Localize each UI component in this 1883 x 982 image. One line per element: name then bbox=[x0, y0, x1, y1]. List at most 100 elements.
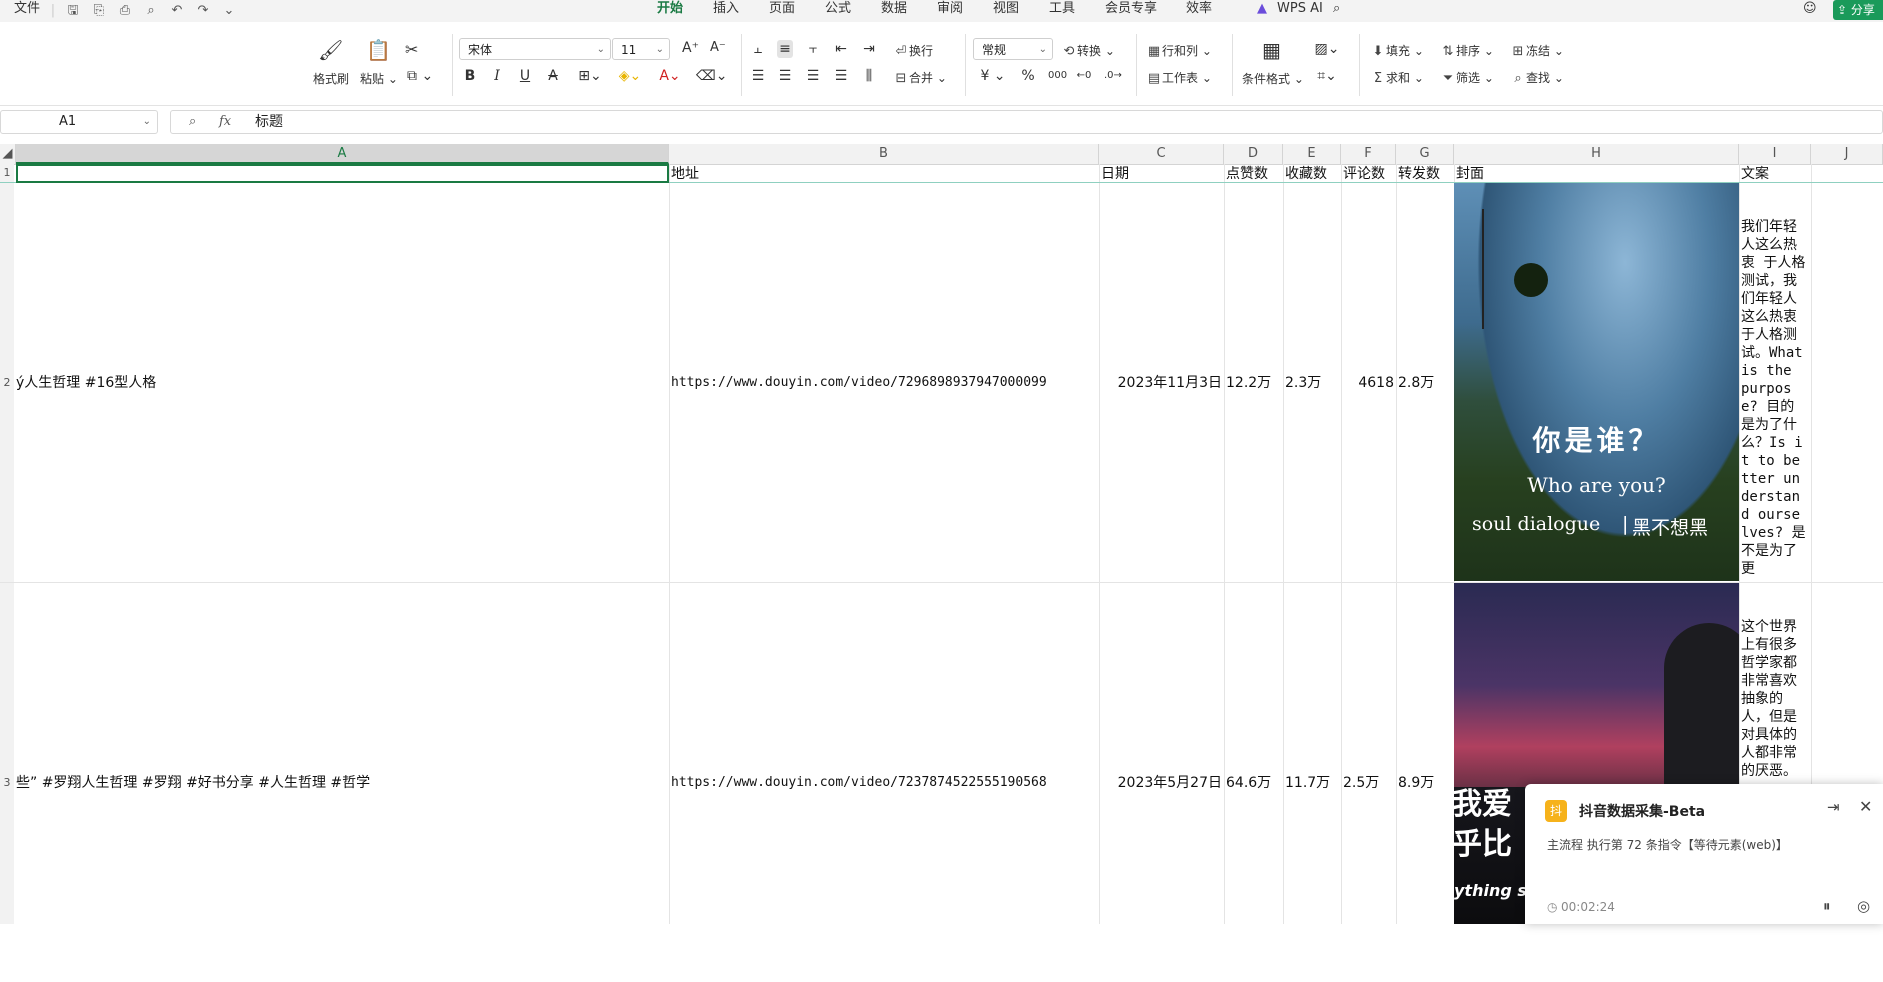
font-color-icon[interactable]: A⌄ bbox=[656, 67, 684, 85]
close-icon[interactable]: ✕ bbox=[1859, 797, 1872, 816]
column-header-D[interactable]: D bbox=[1224, 144, 1283, 164]
column-header-B[interactable]: B bbox=[669, 144, 1099, 164]
align-top-icon[interactable]: ⫠ bbox=[750, 40, 766, 58]
cell-C1[interactable]: 日期 bbox=[1101, 165, 1222, 183]
wps-ai-icon[interactable]: ▲ bbox=[1257, 0, 1267, 22]
align-center-icon[interactable]: ☰ bbox=[777, 67, 793, 85]
tab-tools[interactable]: 工具 bbox=[1049, 0, 1075, 22]
tab-formula[interactable]: 公式 bbox=[825, 0, 851, 22]
tab-insert[interactable]: 插入 bbox=[713, 0, 739, 22]
cell-D3[interactable]: 64.6万 bbox=[1226, 772, 1282, 794]
row-header-1[interactable]: 1 bbox=[0, 164, 14, 182]
align-middle-icon[interactable]: ≡ bbox=[777, 40, 793, 58]
cut-icon[interactable]: ✂ bbox=[405, 40, 418, 59]
cell-F2[interactable]: 4618 bbox=[1343, 372, 1394, 394]
chat-icon[interactable]: ☺ bbox=[1803, 0, 1817, 22]
merge-button[interactable]: ⊟ 合并 ⌄ bbox=[893, 69, 947, 87]
cell-C3[interactable]: 2023年5月27日 bbox=[1101, 772, 1222, 794]
bold-icon[interactable]: B bbox=[462, 67, 478, 85]
print-preview-icon[interactable]: ⌕ bbox=[142, 2, 160, 20]
row-header-3[interactable]: 3 bbox=[0, 583, 14, 924]
wps-ai-button[interactable]: WPS AI bbox=[1277, 0, 1323, 22]
row-header-2[interactable]: 2 bbox=[0, 183, 14, 582]
increase-indent-icon[interactable]: ⇥ bbox=[861, 40, 877, 58]
font-size-select[interactable]: 11 ⌄ bbox=[612, 38, 670, 60]
column-header-C[interactable]: C bbox=[1099, 144, 1224, 164]
fill-color-icon[interactable]: ◈⌄ bbox=[616, 67, 644, 85]
justify-icon[interactable]: ☰ bbox=[833, 67, 849, 85]
conditional-format-icon[interactable]: ▦ bbox=[1262, 38, 1281, 62]
decrease-font-icon[interactable]: A⁻ bbox=[710, 40, 726, 55]
cell-A3[interactable]: 些” #罗翔人生哲理 #罗翔 #好书分享 #人生哲理 #哲学 bbox=[16, 772, 667, 794]
decrease-decimal-icon[interactable]: .0→ bbox=[1104, 67, 1122, 85]
number-format-select[interactable]: 常规 ⌄ bbox=[973, 38, 1053, 60]
collapse-icon[interactable]: ⇥ bbox=[1827, 798, 1840, 816]
underline-icon[interactable]: U bbox=[517, 67, 533, 85]
column-header-G[interactable]: G bbox=[1396, 144, 1454, 164]
cell-B2[interactable]: https://www.douyin.com/video/72968989379… bbox=[671, 372, 1097, 394]
tab-efficiency[interactable]: 效率 bbox=[1186, 0, 1212, 22]
format-painter-icon[interactable]: 🖌 bbox=[318, 38, 343, 62]
cell-D2[interactable]: 12.2万 bbox=[1226, 372, 1282, 394]
decrease-indent-icon[interactable]: ⇤ bbox=[833, 40, 849, 58]
distribute-icon[interactable]: ⫼ bbox=[861, 67, 877, 85]
percent-button[interactable]: % bbox=[1020, 67, 1036, 85]
thousands-separator-icon[interactable]: 000 bbox=[1048, 67, 1067, 85]
font-name-select[interactable]: 宋体 ⌄ bbox=[459, 38, 611, 60]
tab-view[interactable]: 视图 bbox=[993, 0, 1019, 22]
strikethrough-icon[interactable]: A bbox=[545, 67, 561, 85]
rows-cols-button[interactable]: ▦ 行和列 ⌄ bbox=[1146, 42, 1212, 60]
find-button[interactable]: ⌕ 查找 ⌄ bbox=[1510, 69, 1564, 87]
share-doc-icon[interactable]: ⎘ bbox=[90, 2, 108, 20]
cell-I2[interactable]: 我们年轻人这么热衷 于人格测试，我们年轻人这么热衷 于人格测试。What is … bbox=[1741, 218, 1807, 580]
column-header-A[interactable]: A bbox=[16, 144, 669, 164]
tab-page[interactable]: 页面 bbox=[769, 0, 795, 22]
redo-icon[interactable]: ↷ bbox=[194, 2, 212, 20]
zoom-icon[interactable]: ⌕ bbox=[189, 111, 196, 133]
column-header-J[interactable]: J bbox=[1811, 144, 1883, 164]
cell-F3[interactable]: 2.5万 bbox=[1343, 772, 1395, 794]
worksheet-button[interactable]: ▤ 工作表 ⌄ bbox=[1146, 69, 1212, 87]
cell-I3[interactable]: 这个世界上有很多哲学家都非常喜欢抽象的人，但是对具体的人都非常的厌恶。 bbox=[1741, 618, 1807, 782]
stop-icon[interactable]: ◎ bbox=[1857, 897, 1870, 915]
cell-F1[interactable]: 评论数 bbox=[1343, 165, 1395, 183]
cell-style-icon[interactable]: ▨⌄ bbox=[1312, 40, 1342, 58]
paste-icon[interactable]: 📋 bbox=[366, 38, 391, 62]
undo-icon[interactable]: ↶ bbox=[168, 2, 186, 20]
cell-G3[interactable]: 8.9万 bbox=[1398, 772, 1453, 794]
copy-icon[interactable]: ⧉ ⌄ bbox=[407, 68, 433, 84]
column-header-F[interactable]: F bbox=[1341, 144, 1396, 164]
tab-start[interactable]: 开始 bbox=[657, 0, 684, 24]
pause-icon[interactable]: ⏸ bbox=[1823, 897, 1831, 915]
sum-button[interactable]: Σ 求和 ⌄ bbox=[1370, 69, 1424, 87]
column-header-H[interactable]: H bbox=[1454, 144, 1739, 164]
cell-I1[interactable]: 文案 bbox=[1741, 165, 1810, 183]
cell-H1[interactable]: 封面 bbox=[1456, 165, 1738, 183]
column-header-I[interactable]: I bbox=[1739, 144, 1811, 164]
cell-C2[interactable]: 2023年11月3日 bbox=[1101, 372, 1222, 394]
table-style-icon[interactable]: ⌗⌄ bbox=[1312, 67, 1342, 85]
freeze-button[interactable]: ⊞ 冻结 ⌄ bbox=[1510, 42, 1564, 60]
align-left-icon[interactable]: ☰ bbox=[750, 67, 766, 85]
save-icon[interactable]: 🖫 bbox=[64, 2, 82, 20]
tab-data[interactable]: 数据 bbox=[881, 0, 907, 22]
filter-button[interactable]: ⏷ 筛选 ⌄ bbox=[1440, 69, 1494, 87]
fill-button[interactable]: ⬇ 填充 ⌄ bbox=[1370, 42, 1424, 60]
cell-G2[interactable]: 2.8万 bbox=[1398, 372, 1453, 394]
cell-B3[interactable]: https://www.douyin.com/video/72378745225… bbox=[671, 772, 1097, 794]
cell-A1[interactable] bbox=[16, 164, 669, 183]
align-right-icon[interactable]: ☰ bbox=[805, 67, 821, 85]
align-bottom-icon[interactable]: ⫟ bbox=[805, 40, 821, 58]
conditional-format-button[interactable]: 条件格式 ⌄ bbox=[1242, 70, 1304, 87]
border-icon[interactable]: ⊞⌄ bbox=[576, 67, 604, 85]
fx-icon[interactable]: fx bbox=[219, 111, 231, 133]
convert-button[interactable]: ⟲ 转换 ⌄ bbox=[1061, 42, 1115, 60]
select-all-corner[interactable]: ◢ bbox=[0, 144, 16, 164]
cell-E3[interactable]: 11.7万 bbox=[1285, 772, 1340, 794]
file-menu[interactable]: 文件 bbox=[14, 0, 40, 22]
cell-E2[interactable]: 2.3万 bbox=[1285, 372, 1340, 394]
italic-icon[interactable]: I bbox=[489, 67, 505, 85]
cell-D1[interactable]: 点赞数 bbox=[1226, 165, 1282, 183]
cell-E1[interactable]: 收藏数 bbox=[1285, 165, 1340, 183]
tab-member[interactable]: 会员专享 bbox=[1105, 0, 1157, 22]
